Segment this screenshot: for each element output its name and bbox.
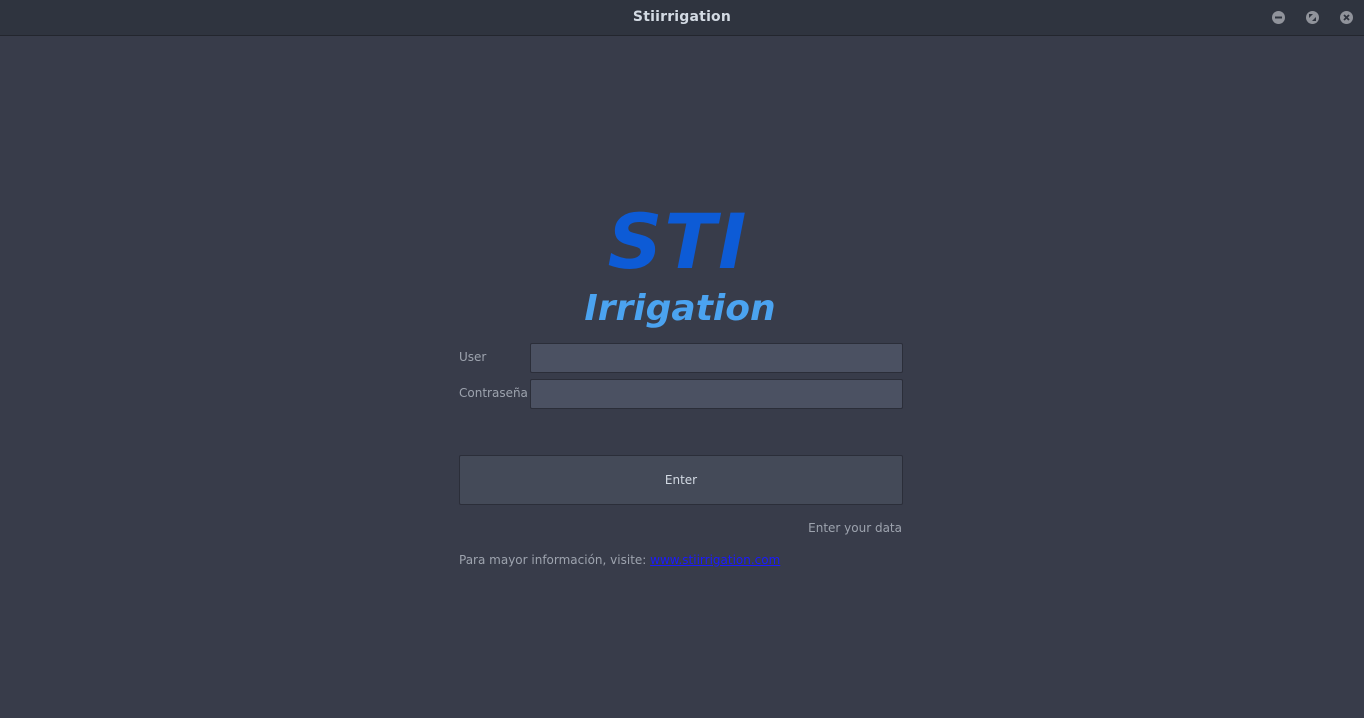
window-title: Stiirrigation xyxy=(632,9,732,25)
website-link[interactable]: www.stiirrigation.com xyxy=(650,553,780,567)
app-window: Stiirrigation STI Irrigation User Contra… xyxy=(0,0,1364,718)
logo-line1: STI xyxy=(608,197,749,286)
password-field[interactable] xyxy=(530,379,903,409)
close-icon xyxy=(1343,14,1350,21)
close-button[interactable] xyxy=(1340,11,1353,24)
user-field[interactable] xyxy=(530,343,903,373)
title-bar[interactable]: Stiirrigation xyxy=(0,0,1364,36)
logo-line2: Irrigation xyxy=(584,288,775,329)
sti-irrigation-logo: STI Irrigation xyxy=(584,197,775,329)
password-label: Contraseña xyxy=(459,386,528,400)
status-text: Enter your data xyxy=(808,521,902,535)
user-label: User xyxy=(459,350,487,364)
info-line: Para mayor información, visite: www.stii… xyxy=(459,553,780,567)
maximize-button[interactable] xyxy=(1306,11,1319,24)
maximize-icon xyxy=(1309,14,1316,21)
enter-button[interactable]: Enter xyxy=(459,455,903,505)
minimize-button[interactable] xyxy=(1272,11,1285,24)
minimize-icon xyxy=(1275,16,1282,19)
info-text: Para mayor información, visite: xyxy=(459,553,651,567)
